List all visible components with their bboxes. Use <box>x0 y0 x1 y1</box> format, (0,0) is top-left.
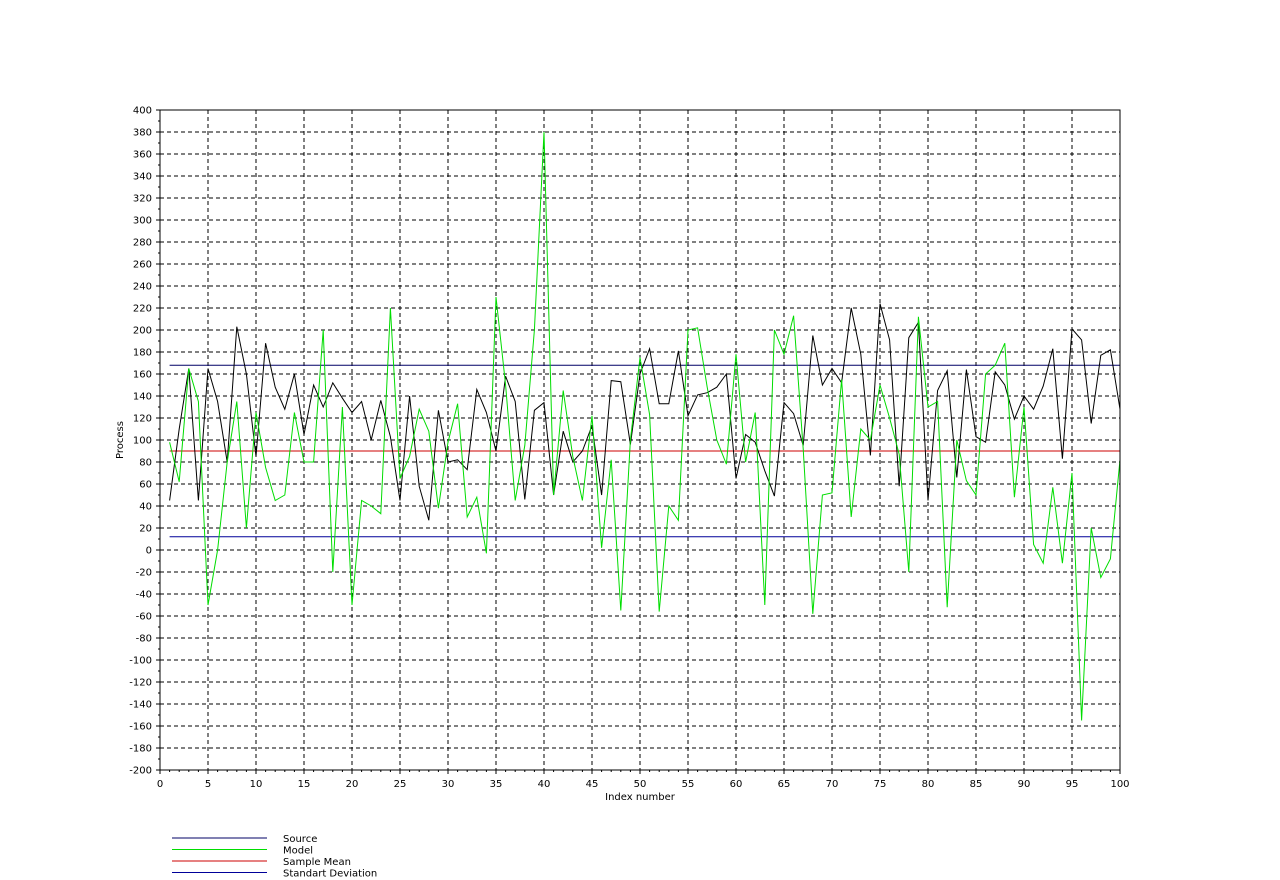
x-tick-label: 5 <box>205 779 211 790</box>
y-tick-label: 160 <box>133 370 152 381</box>
x-tick-label: 45 <box>586 779 599 790</box>
y-tick-label: -160 <box>129 722 152 733</box>
x-tick-label: 70 <box>826 779 839 790</box>
x-tick-label: 40 <box>538 779 551 790</box>
x-tick-label: 65 <box>778 779 791 790</box>
grid <box>160 110 1120 770</box>
x-tick-label: 25 <box>394 779 407 790</box>
x-tick-label: 10 <box>250 779 263 790</box>
x-tick-label: 15 <box>298 779 311 790</box>
y-tick-label: 40 <box>139 502 152 513</box>
x-tick-label: 95 <box>1066 779 1079 790</box>
y-tick-label: 400 <box>133 106 152 117</box>
x-tick-label: 20 <box>346 779 359 790</box>
y-axis-label: Process <box>115 421 126 459</box>
y-tick-label: 340 <box>133 172 152 183</box>
y-tick-label: 80 <box>139 458 152 469</box>
x-tick-label: 35 <box>490 779 503 790</box>
legend-label: Sample Mean <box>283 857 351 868</box>
y-tick-label: 240 <box>133 282 152 293</box>
y-tick-label: 200 <box>133 326 152 337</box>
y-tick-label: -100 <box>129 656 152 667</box>
y-tick-label: 360 <box>133 150 152 161</box>
x-axis: 0 5 10 15 20 25 30 35 40 45 50 55 60 65 70 75 80 85 90 95 10… <box>157 770 1130 790</box>
legend-label: Source <box>283 834 317 845</box>
x-tick-label: 85 <box>970 779 983 790</box>
x-tick-label: 90 <box>1018 779 1031 790</box>
chart: -200-180-160-140-120-100-80-60-40-200204… <box>115 106 1130 880</box>
x-axis-label: Index number <box>605 792 676 803</box>
x-tick-label: 50 <box>634 779 647 790</box>
y-tick-label: 380 <box>133 128 152 139</box>
y-tick-label: 300 <box>133 216 152 227</box>
x-tick-label: 0 <box>157 779 163 790</box>
x-tick-label: 55 <box>682 779 695 790</box>
y-tick-label: -140 <box>129 700 152 711</box>
y-tick-label: -40 <box>136 590 152 601</box>
y-tick-label: 120 <box>133 414 152 425</box>
y-tick-label: 60 <box>139 480 152 491</box>
x-tick-label: 75 <box>874 779 887 790</box>
y-tick-label: 180 <box>133 348 152 359</box>
y-tick-label: 260 <box>133 260 152 271</box>
y-tick-label: 140 <box>133 392 152 403</box>
y-tick-label: 320 <box>133 194 152 205</box>
y-tick-label: 280 <box>133 238 152 249</box>
y-axis: -200-180-160-140-120-100-80-60-40-200204… <box>129 106 160 777</box>
y-tick-label: 20 <box>139 524 152 535</box>
y-tick-label: -180 <box>129 744 152 755</box>
y-tick-label: 220 <box>133 304 152 315</box>
legend-label: Standart Deviation <box>283 869 377 880</box>
x-tick-label: 30 <box>442 779 455 790</box>
legend-label: Model <box>283 846 313 857</box>
y-tick-label: -200 <box>129 766 152 777</box>
y-tick-label: -20 <box>136 568 152 579</box>
x-tick-label: 60 <box>730 779 743 790</box>
y-tick-label: 0 <box>146 546 152 557</box>
y-tick-label: -60 <box>136 612 152 623</box>
x-tick-label: 100 <box>1110 779 1129 790</box>
legend: SourceModelSample MeanStandart Deviation <box>172 834 377 880</box>
y-tick-label: -80 <box>136 634 152 645</box>
x-tick-label: 80 <box>922 779 935 790</box>
y-tick-label: 100 <box>133 436 152 447</box>
y-tick-label: -120 <box>129 678 152 689</box>
